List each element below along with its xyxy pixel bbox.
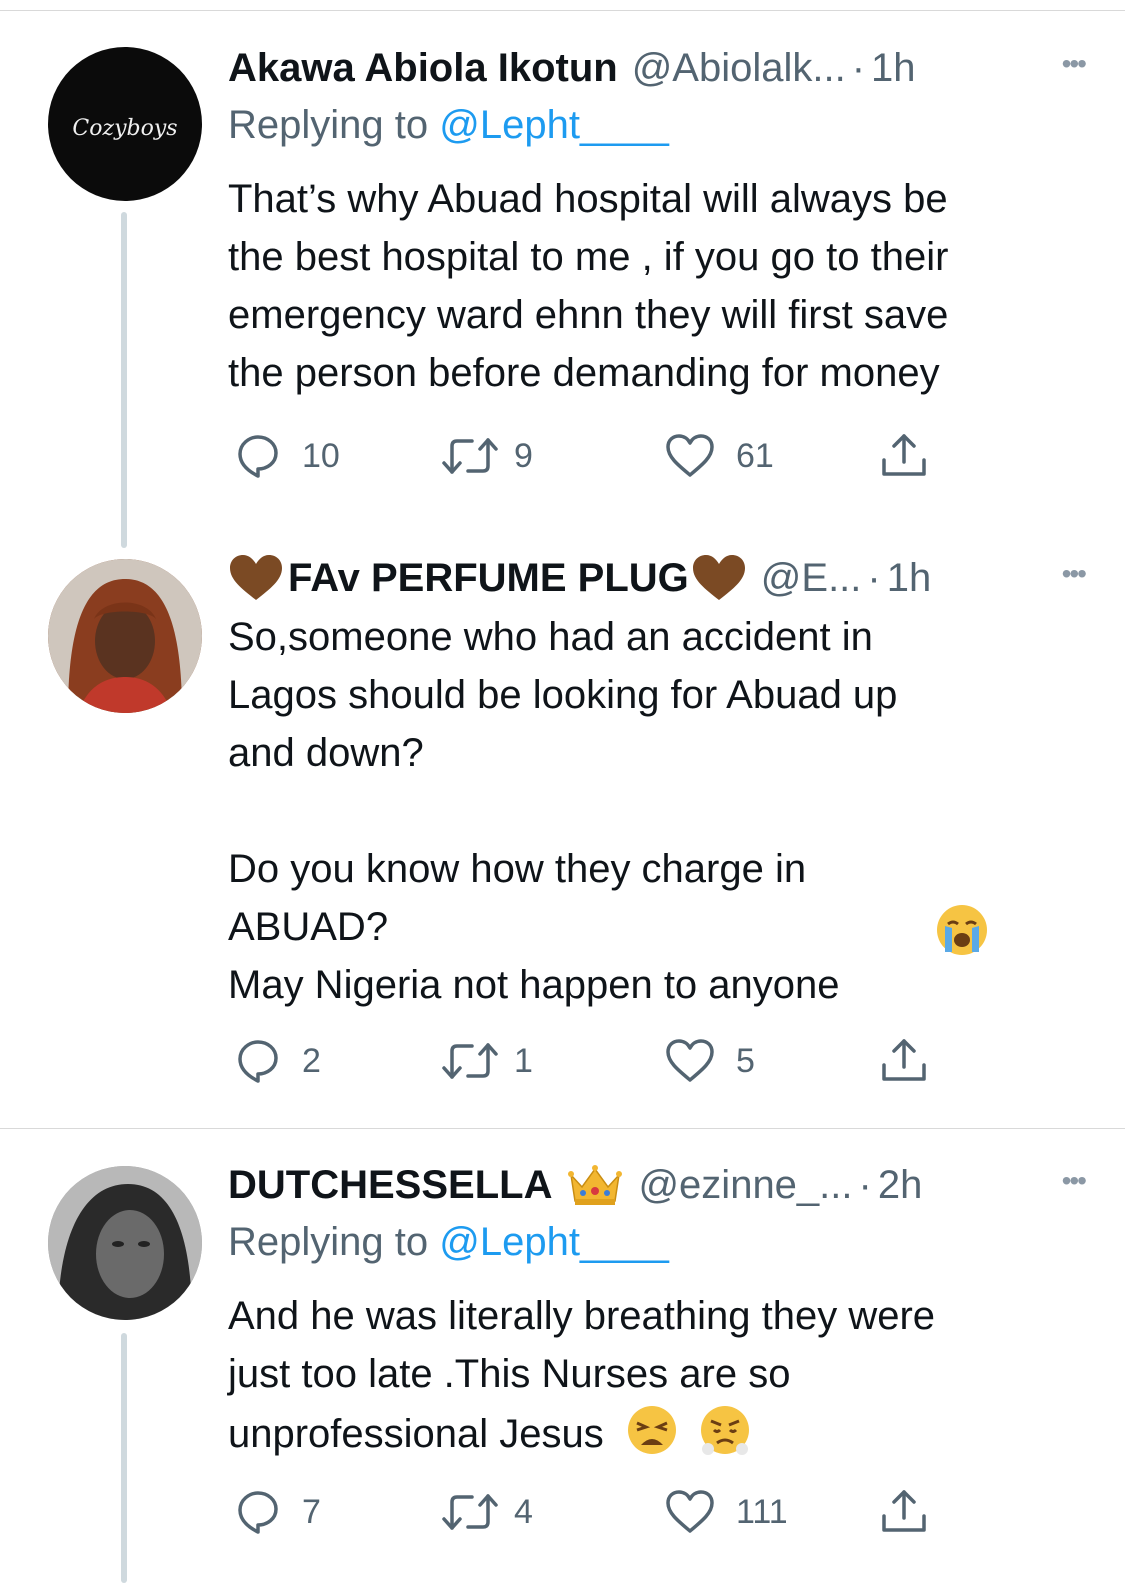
dot-separator: ·	[858, 1162, 872, 1207]
retweet-icon	[442, 1043, 498, 1079]
share-button[interactable]	[878, 1037, 930, 1085]
reply-mention-link[interactable]: @Lepht____	[439, 103, 669, 147]
tweet-3[interactable]: DUTCHESSELLA @ezinne_... · 2h ••• Replyi…	[0, 1129, 1125, 1583]
retweet-count: 9	[514, 436, 533, 475]
replying-to: Replying to @Lepht____	[228, 1213, 1085, 1271]
avatar-photo	[48, 559, 202, 713]
retweet-count: 4	[514, 1492, 533, 1531]
more-options-icon[interactable]: •••	[1062, 1165, 1087, 1197]
reply-icon	[238, 435, 278, 478]
more-options-icon[interactable]: •••	[1062, 558, 1087, 590]
tweet-text-line: And he was literally breathing they were	[228, 1294, 936, 1338]
tweet-actions: 10 9 61	[228, 432, 948, 480]
avatar[interactable]	[48, 559, 202, 713]
more-options-icon[interactable]: •••	[1062, 48, 1087, 80]
reply-button[interactable]: 2	[228, 1037, 321, 1085]
tweet-actions: 2 1 5	[228, 1037, 948, 1085]
tweet-text-line: just too late .This Nurses are so	[228, 1352, 791, 1396]
retweet-button[interactable]: 9	[438, 432, 533, 480]
heart-icon	[666, 434, 714, 477]
avatar[interactable]	[48, 1166, 202, 1320]
retweet-button[interactable]: 1	[438, 1037, 533, 1085]
dot-separator: ·	[851, 45, 866, 90]
like-button[interactable]: 5	[664, 1037, 755, 1085]
heart-icon	[666, 1490, 714, 1533]
share-icon	[882, 434, 926, 476]
tweet-header: FAv PERFUME PLUG @E... · 1h	[228, 550, 1085, 606]
user-handle[interactable]: @E...	[761, 556, 862, 601]
share-icon	[882, 1039, 926, 1081]
brown-heart-emoji-icon	[230, 555, 282, 600]
tweet-2[interactable]: FAv PERFUME PLUG @E... · 1h ••• So,someo…	[0, 540, 1125, 1120]
display-name[interactable]: Akawa Abiola Ikotun	[228, 46, 618, 91]
thread-line	[121, 212, 127, 548]
face-with-steam-emoji-icon	[701, 1406, 750, 1455]
timestamp[interactable]: 1h	[887, 556, 932, 601]
retweet-button[interactable]: 4	[438, 1488, 533, 1536]
loudly-crying-face-emoji-icon	[937, 905, 987, 955]
retweet-icon	[442, 438, 498, 474]
heart-icon	[666, 1039, 714, 1082]
share-icon	[882, 1490, 926, 1532]
reply-icon	[238, 1491, 278, 1534]
brown-heart-emoji-icon	[692, 555, 745, 600]
avatar-photo	[48, 1166, 202, 1320]
display-name[interactable]: FAv PERFUME PLUG	[288, 556, 689, 601]
retweet-count: 1	[514, 1041, 533, 1080]
reply-button[interactable]: 10	[228, 432, 340, 480]
reply-count: 10	[302, 436, 340, 475]
tweet-text: And he was literally breathing they were…	[228, 1287, 1085, 1463]
reply-icon	[238, 1040, 278, 1083]
avatar-logo: Cozyboys	[72, 116, 177, 141]
like-button[interactable]: 61	[664, 432, 774, 480]
tweet-actions: 7 4 111	[228, 1488, 948, 1536]
timestamp[interactable]: 1h	[871, 46, 916, 91]
like-count: 61	[736, 436, 774, 475]
reply-count: 2	[302, 1041, 321, 1080]
like-button[interactable]: 111	[664, 1488, 788, 1536]
dot-separator: ·	[867, 555, 881, 600]
tweet-header: Akawa Abiola Ikotun @Abiolalk... · 1h	[228, 40, 1085, 96]
replying-to-label: Replying to	[228, 1220, 440, 1264]
user-handle[interactable]: @Abiolalk...	[632, 46, 846, 91]
share-button[interactable]	[878, 432, 930, 480]
thread-line	[121, 1333, 127, 1583]
crown-emoji-icon	[568, 1165, 623, 1205]
reply-count: 7	[302, 1492, 321, 1531]
tweet-header: DUTCHESSELLA @ezinne_... · 2h	[228, 1157, 1085, 1213]
reply-mention-link[interactable]: @Lepht____	[439, 1220, 669, 1264]
display-name[interactable]: DUTCHESSELLA	[228, 1163, 552, 1208]
tweet-text-line: unprofessional Jesus	[228, 1412, 604, 1456]
timestamp[interactable]: 2h	[878, 1163, 923, 1208]
share-button[interactable]	[878, 1488, 930, 1536]
svg-text:Cozyboys: Cozyboys	[72, 116, 177, 141]
tweet-1[interactable]: Cozyboys Akawa Abiola Ikotun @Abiolalk..…	[0, 0, 1125, 548]
reply-button[interactable]: 7	[228, 1488, 321, 1536]
avatar[interactable]: Cozyboys	[48, 47, 202, 201]
weary-face-emoji-icon	[627, 1406, 676, 1454]
replying-to-label: Replying to	[228, 103, 440, 147]
like-count: 111	[736, 1492, 788, 1531]
like-count: 5	[736, 1041, 755, 1080]
replying-to: Replying to @Lepht____	[228, 96, 1085, 154]
retweet-icon	[442, 1494, 498, 1530]
tweet-text: That’s why Abuad hospital will always be…	[228, 177, 949, 395]
user-handle[interactable]: @ezinne_...	[638, 1163, 852, 1208]
